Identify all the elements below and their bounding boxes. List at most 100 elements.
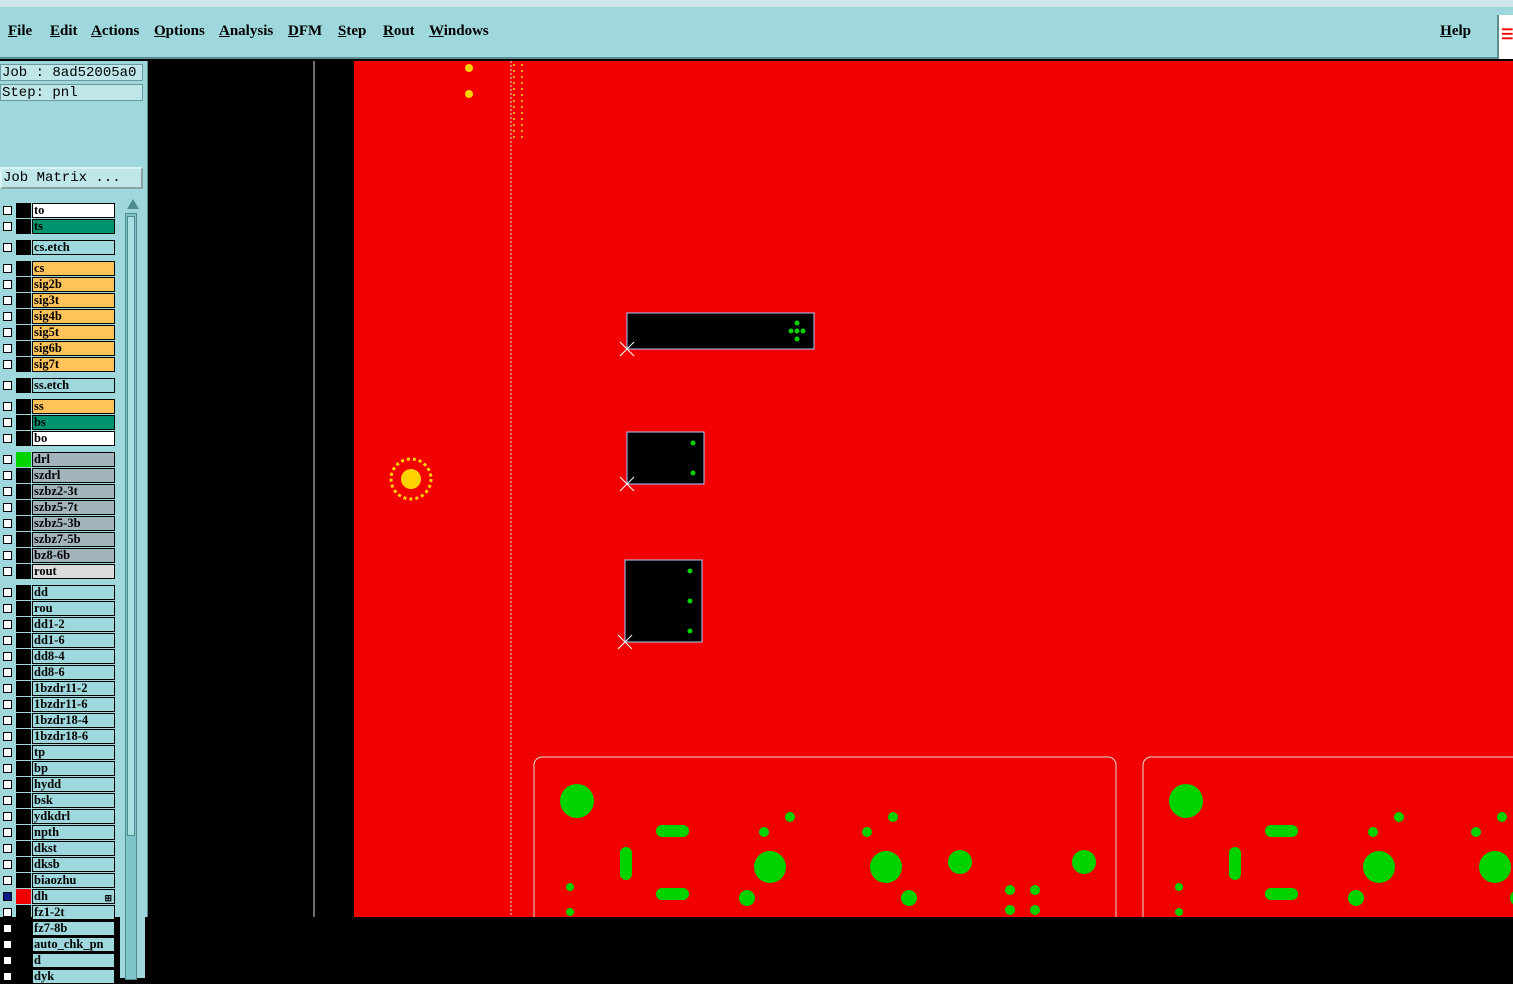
layer-name-label[interactable]: sig6b bbox=[32, 341, 115, 356]
layer-color-swatch[interactable] bbox=[16, 452, 31, 467]
menu-help[interactable]: Help bbox=[1440, 23, 1471, 40]
layer-checkbox[interactable] bbox=[3, 222, 12, 231]
layer-checkbox[interactable] bbox=[3, 700, 12, 709]
layer-color-swatch[interactable] bbox=[16, 969, 31, 984]
layer-row-ydkdrl[interactable]: ydkdrl bbox=[0, 809, 117, 824]
layer-checkbox[interactable] bbox=[3, 344, 12, 353]
scroll-thumb[interactable] bbox=[127, 216, 135, 836]
layer-name-label[interactable]: ts bbox=[32, 219, 115, 234]
layer-checkbox[interactable] bbox=[3, 732, 12, 741]
layer-row-dh[interactable]: dh ⊞ bbox=[0, 889, 117, 904]
layer-color-swatch[interactable] bbox=[16, 793, 31, 808]
layer-color-swatch[interactable] bbox=[16, 777, 31, 792]
layer-row-dd[interactable]: dd bbox=[0, 585, 117, 600]
layer-checkbox[interactable] bbox=[3, 780, 12, 789]
layer-color-swatch[interactable] bbox=[16, 357, 31, 372]
layer-color-swatch[interactable] bbox=[16, 633, 31, 648]
layer-row-sig5t[interactable]: sig5t bbox=[0, 325, 117, 340]
layer-name-label[interactable]: rou bbox=[32, 601, 115, 616]
layer-name-label[interactable]: bsk bbox=[32, 793, 115, 808]
layer-name-label[interactable]: auto_chk_pn bbox=[32, 937, 115, 952]
layer-checkbox[interactable] bbox=[3, 418, 12, 427]
layer-checkbox[interactable] bbox=[3, 668, 12, 677]
layer-color-swatch[interactable] bbox=[16, 500, 31, 515]
layer-row-ts[interactable]: ts bbox=[0, 219, 117, 234]
layer-checkbox[interactable] bbox=[3, 471, 12, 480]
layer-row-dd1-2[interactable]: dd1-2 bbox=[0, 617, 117, 632]
menu-dfm[interactable]: DFM bbox=[288, 23, 322, 40]
layer-checkbox[interactable] bbox=[3, 956, 12, 965]
layer-color-swatch[interactable] bbox=[16, 681, 31, 696]
layer-name-label[interactable]: tp bbox=[32, 745, 115, 760]
layer-name-label[interactable]: 1bzdr18-4 bbox=[32, 713, 115, 728]
layer-name-label[interactable]: dd1-2 bbox=[32, 617, 115, 632]
layer-color-swatch[interactable] bbox=[16, 697, 31, 712]
layer-checkbox[interactable] bbox=[3, 360, 12, 369]
menu-edit[interactable]: Edit bbox=[50, 23, 78, 40]
job-matrix-button[interactable]: Job Matrix ... bbox=[0, 167, 143, 189]
menu-file[interactable]: File bbox=[8, 23, 32, 40]
layer-checkbox[interactable] bbox=[3, 280, 12, 289]
layer-color-swatch[interactable] bbox=[16, 293, 31, 308]
layer-color-swatch[interactable] bbox=[16, 921, 31, 936]
layer-checkbox[interactable] bbox=[3, 844, 12, 853]
layer-checkbox[interactable] bbox=[3, 604, 12, 613]
layer-row-sig6b[interactable]: sig6b bbox=[0, 341, 117, 356]
layer-color-swatch[interactable] bbox=[16, 857, 31, 872]
layer-color-swatch[interactable] bbox=[16, 415, 31, 430]
layer-row-dd1-6[interactable]: dd1-6 bbox=[0, 633, 117, 648]
layer-row-ss[interactable]: ss bbox=[0, 399, 117, 414]
layer-checkbox[interactable] bbox=[3, 519, 12, 528]
layer-row-hydd[interactable]: hydd bbox=[0, 777, 117, 792]
layer-color-swatch[interactable] bbox=[16, 532, 31, 547]
layer-row-bz8-6b[interactable]: bz8-6b bbox=[0, 548, 117, 563]
layer-color-swatch[interactable] bbox=[16, 617, 31, 632]
layer-name-label[interactable]: 1bzdr11-6 bbox=[32, 697, 115, 712]
layer-name-label[interactable]: szdrl bbox=[32, 468, 115, 483]
layer-checkbox[interactable] bbox=[3, 972, 12, 981]
layer-color-swatch[interactable] bbox=[16, 713, 31, 728]
layer-checkbox[interactable] bbox=[3, 636, 12, 645]
layer-checkbox[interactable] bbox=[3, 892, 12, 901]
layer-name-label[interactable]: szbz2-3t bbox=[32, 484, 115, 499]
layer-name-label[interactable]: sig4b bbox=[32, 309, 115, 324]
layer-row-d[interactable]: d bbox=[0, 953, 117, 968]
scroll-up-icon[interactable] bbox=[127, 199, 139, 209]
layer-name-label[interactable]: dd1-6 bbox=[32, 633, 115, 648]
layer-checkbox[interactable] bbox=[3, 588, 12, 597]
layer-name-label[interactable]: fz1-2t bbox=[32, 905, 115, 920]
layer-name-label[interactable]: to bbox=[32, 203, 115, 218]
layer-checkbox[interactable] bbox=[3, 487, 12, 496]
layer-checkbox[interactable] bbox=[3, 312, 12, 321]
layer-name-label[interactable]: d bbox=[32, 953, 115, 968]
layer-checkbox[interactable] bbox=[3, 567, 12, 576]
graphic-canvas[interactable] bbox=[148, 61, 1513, 917]
layer-color-swatch[interactable] bbox=[16, 484, 31, 499]
layer-name-label[interactable]: dh ⊞ bbox=[32, 889, 115, 904]
layer-color-swatch[interactable] bbox=[16, 309, 31, 324]
layer-row-biaozhu[interactable]: biaozhu bbox=[0, 873, 117, 888]
layer-checkbox[interactable] bbox=[3, 652, 12, 661]
layer-checkbox[interactable] bbox=[3, 551, 12, 560]
layer-name-label[interactable]: szbz5-3b bbox=[32, 516, 115, 531]
menu-windows[interactable]: Windows bbox=[429, 23, 489, 40]
menu-analysis[interactable]: Analysis bbox=[219, 23, 273, 40]
layer-row-1bzdr18-6[interactable]: 1bzdr18-6 bbox=[0, 729, 117, 744]
layer-row-1bzdr18-4[interactable]: 1bzdr18-4 bbox=[0, 713, 117, 728]
layer-color-swatch[interactable] bbox=[16, 585, 31, 600]
layer-name-label[interactable]: bo bbox=[32, 431, 115, 446]
layer-name-label[interactable]: rout bbox=[32, 564, 115, 579]
layer-row-szbz7-5b[interactable]: szbz7-5b bbox=[0, 532, 117, 547]
layer-color-swatch[interactable] bbox=[16, 219, 31, 234]
layer-checkbox[interactable] bbox=[3, 264, 12, 273]
layer-color-swatch[interactable] bbox=[16, 548, 31, 563]
layer-name-label[interactable]: hydd bbox=[32, 777, 115, 792]
layer-color-swatch[interactable] bbox=[16, 431, 31, 446]
layer-row-drl[interactable]: drl bbox=[0, 452, 117, 467]
layer-color-swatch[interactable] bbox=[16, 729, 31, 744]
layer-color-swatch[interactable] bbox=[16, 325, 31, 340]
layer-name-label[interactable]: fz7-8b bbox=[32, 921, 115, 936]
layer-color-swatch[interactable] bbox=[16, 905, 31, 920]
layer-color-swatch[interactable] bbox=[16, 203, 31, 218]
layer-color-swatch[interactable] bbox=[16, 378, 31, 393]
